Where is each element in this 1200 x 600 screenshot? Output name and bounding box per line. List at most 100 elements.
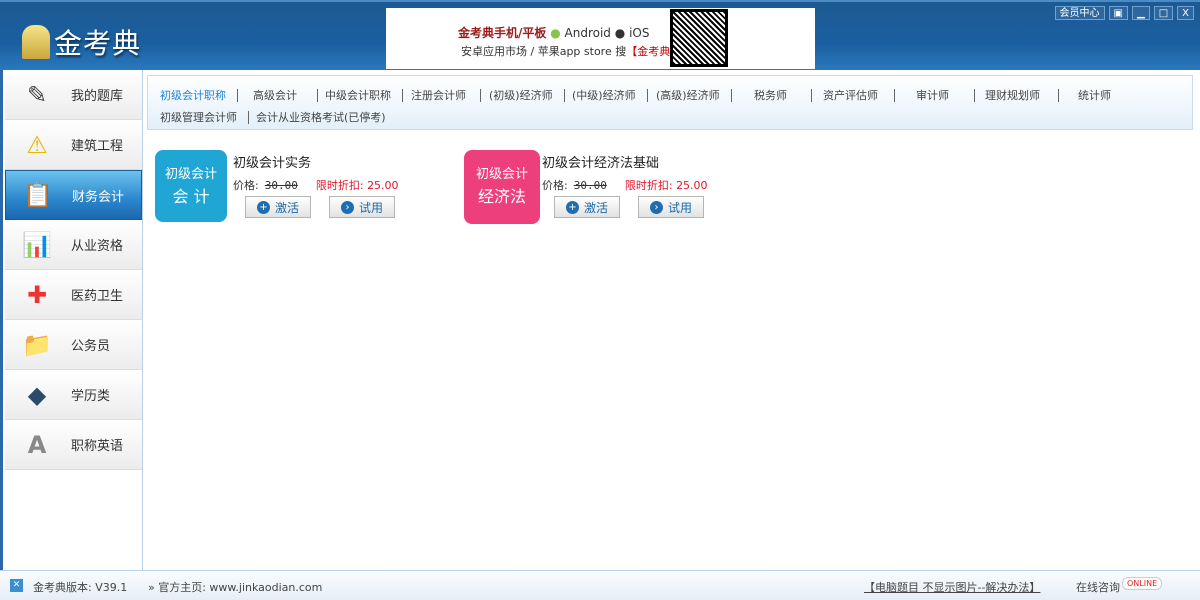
tab-senior-accounting[interactable]: 高级会计 [253,87,297,103]
maximize-button[interactable]: □ [1153,6,1174,20]
layers-icon: ◆ [27,380,47,409]
tab-financial-planner[interactable]: 理财规划师 [985,87,1040,103]
discount-label: 限时折扣: [315,179,364,192]
sidebar-item-qualification[interactable]: 📊 从业资格 [5,220,142,270]
activate-label: 激活 [583,200,608,215]
logo-text: 金考典 [54,27,142,60]
tab-senior-economist[interactable]: (高级)经济师 [656,87,720,103]
sidebar-item-education[interactable]: ◆ 学历类 [5,370,142,420]
logo-icon [22,25,50,59]
close-button[interactable]: X [1177,6,1194,20]
sidebar-item-question-bank[interactable]: ✎ 我的题库 [5,70,142,120]
sidebar-item-label: 职称英语 [71,439,124,454]
trial-button[interactable]: › 试用 [329,196,395,218]
title-bar: 金考典 金考典手机/平板 ● Android ● iOS 安卓应用市场 / 苹果… [0,0,1200,70]
ios-label: iOS [629,26,650,40]
sidebar-item-label: 公务员 [71,339,111,354]
trial-label: 试用 [358,200,383,215]
divider [237,89,238,102]
skin-button[interactable]: ▣ [1108,6,1128,20]
product-card: 初级会计 经济法 初级会计经济法基础 价格: 30.00 限时折扣: 25.00 + 激… [464,150,764,230]
trial-button[interactable]: › 试用 [638,196,704,218]
price-label: 价格: [542,179,568,192]
discount-label: 限时折扣: [624,179,673,192]
app-download-banner[interactable]: 金考典手机/平板 ● Android ● iOS 安卓应用市场 / 苹果app … [386,8,815,69]
sidebar-item-label: 从业资格 [71,239,124,254]
tab-accounting-qualification[interactable]: 会计从业资格考试(已停考) [256,109,386,125]
plus-icon: + [565,200,579,214]
online-consult-link[interactable]: 在线咨询 [1076,579,1120,595]
version-text: 金考典版本: V39.1 [33,581,128,594]
trial-label: 试用 [667,200,692,215]
cover-line2: 会 计 [172,187,210,206]
divider [564,89,565,102]
product-card: 初级会计会 计 初级会计实务 价格: 30.00 限时折扣: 25.00 + 激活 ›… [155,150,455,230]
letter-a-plus-icon: A [27,430,47,459]
tab-intermediate-economist[interactable]: (中级)经济师 [572,87,636,103]
price-label: 价格: [233,179,259,192]
android-label: Android [564,26,611,40]
activate-button[interactable]: + 激活 [554,196,620,218]
tab-auditor[interactable]: 审计师 [916,87,949,103]
apple-icon: ● [614,26,626,40]
minimize-button[interactable]: ▁ [1131,6,1150,20]
product-title: 初级会计实务 [233,156,312,171]
qr-code [670,9,728,67]
status-bar: ✕ 金考典版本: V39.1 » 官方主页: www.jinkaodian.co… [0,570,1200,600]
divider [974,89,975,102]
banner-subline: 安卓应用市场 / 苹果app store 搜【金考典】 [461,43,681,59]
product-title: 初级会计经济法基础 [542,156,660,171]
tab-junior-accounting[interactable]: 初级会计职称 [160,87,226,103]
sidebar-item-label: 建筑工程 [71,139,124,154]
plus-icon: + [256,200,270,214]
homepage-link[interactable]: » 官方主页: www.jinkaodian.com [148,579,322,595]
tab-asset-appraiser[interactable]: 资产评估师 [823,87,878,103]
qq-online-badge[interactable]: ONLINE [1122,577,1163,590]
tab-tax-advisor[interactable]: 税务师 [754,87,787,103]
divider [894,89,895,102]
divider [731,89,732,102]
medical-kit-icon: ✚ [26,280,48,309]
original-price: 30.00 [573,179,607,192]
cover-line2: 经济法 [477,187,526,206]
sidebar-item-label: 我的题库 [71,89,124,104]
bar-chart-book-icon: 📊 [22,230,52,259]
window-controls: 会员中心 ▣ ▁ □ X [1054,6,1194,20]
divider [811,89,812,102]
divider [402,89,403,102]
member-center-button[interactable]: 会员中心 [1054,6,1105,20]
sidebar-item-civil-service[interactable]: 📁 公务员 [5,320,142,370]
product-cover[interactable]: 初级会计会 计 [155,150,227,222]
divider [248,111,249,124]
sidebar-item-finance-accounting[interactable]: 📋 财务会计 [5,170,142,220]
android-icon: ● [550,26,561,40]
tab-intermediate-accounting[interactable]: 中级会计职称 [325,87,391,103]
app-logo: 金考典 [22,22,141,62]
image-help-link[interactable]: 【电脑题目 不显示图片--解决办法】 [864,579,1040,595]
divider [317,89,318,102]
original-price: 30.00 [264,179,298,192]
warning-sign-icon: ⚠ [26,130,48,159]
activate-label: 激活 [274,200,299,215]
divider [647,89,648,102]
tab-management-accountant[interactable]: 初级管理会计师 [160,109,237,125]
pencil-icon: ✎ [26,80,48,109]
sidebar-item-medical[interactable]: ✚ 医药卫生 [5,270,142,320]
tab-statistician[interactable]: 统计师 [1078,87,1111,103]
chevron-right-icon: › [340,200,354,214]
banner-subline-text: 安卓应用市场 / 苹果app store 搜 [461,45,627,58]
sidebar-item-english[interactable]: A 职称英语 [5,420,142,470]
folder-document-icon: 📁 [22,330,52,359]
divider [480,89,481,102]
sidebar-item-label: 学历类 [71,389,111,404]
sidebar-item-construction[interactable]: ⚠ 建筑工程 [5,120,142,170]
discount-price: 25.00 [367,179,399,192]
product-cover[interactable]: 初级会计 经济法 [464,150,540,224]
activate-button[interactable]: + 激活 [245,196,311,218]
app-small-icon: ✕ [10,579,23,592]
tab-cpa[interactable]: 注册会计师 [411,87,466,103]
cover-line1: 初级会计 [475,167,528,182]
category-tabs: 初级会计职称 高级会计 中级会计职称 注册会计师 (初级)经济师 (中级)经济师… [147,75,1193,130]
price-row: 价格: 30.00 限时折扣: 25.00 [233,177,399,193]
tab-junior-economist[interactable]: (初级)经济师 [489,87,553,103]
